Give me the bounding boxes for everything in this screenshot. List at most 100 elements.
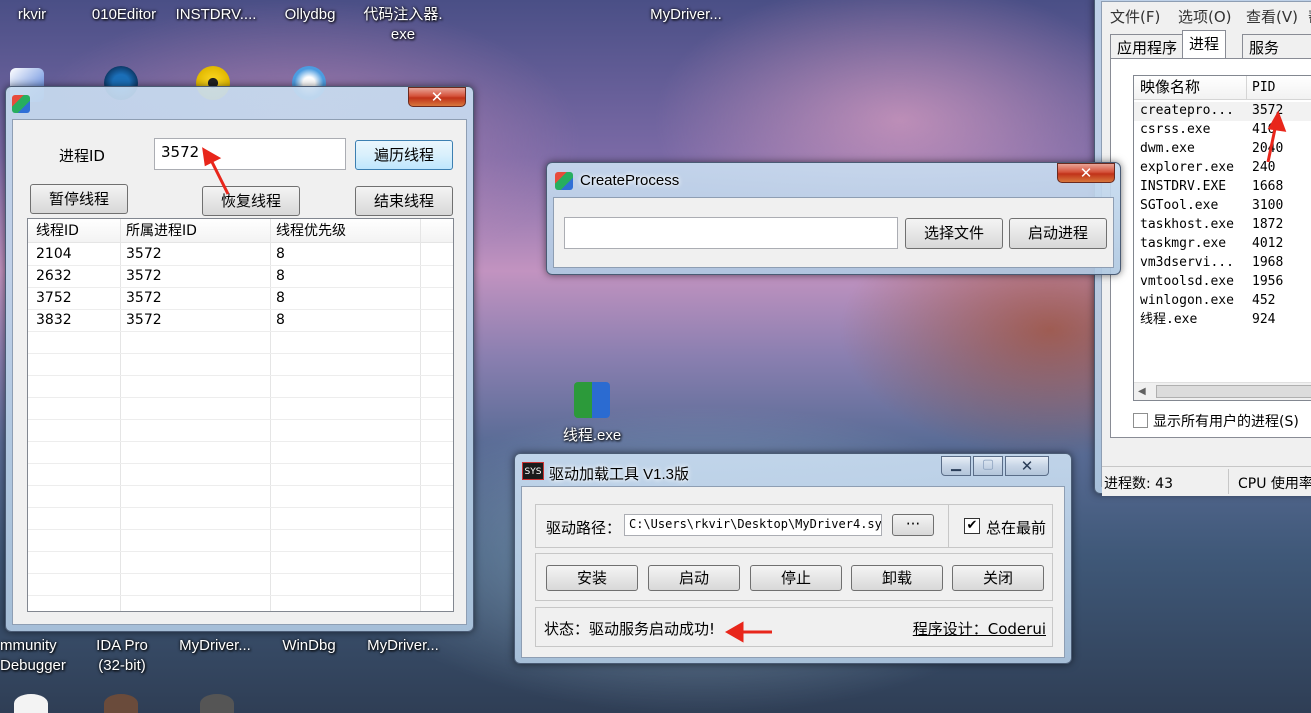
status-divider [1228, 469, 1229, 494]
close-app-button[interactable]: 关闭 [952, 565, 1044, 591]
desktop-icon-ollydbg[interactable]: Ollydbg [270, 5, 350, 25]
start-button[interactable]: 启动 [648, 565, 740, 591]
desktop-icon-ida-pro[interactable]: IDA Pro (32-bit) [82, 636, 162, 676]
table-row[interactable]: 2104 3572 8 [28, 243, 453, 265]
show-all-users-checkbox[interactable] [1133, 413, 1148, 428]
credit-link[interactable]: 程序设计：Coderui [913, 618, 1046, 639]
thread-list: 线程ID 所属进程ID 线程优先级 2104 3572 8 2632 3572 8 3752… [27, 218, 454, 612]
scroll-left-arrow-icon[interactable]: ◀ [1138, 386, 1146, 397]
terminate-thread-button[interactable]: 结束线程 [355, 186, 453, 216]
table-cell: 3572 [126, 268, 162, 284]
process-list-hscroll[interactable]: ◀ [1134, 382, 1311, 400]
grid-line [28, 441, 453, 442]
process-pid: 924 [1252, 312, 1276, 327]
thread-manager-window: ✕ 进程ID 3572 遍历线程 暂停线程 恢复线程 结束线程 线程ID 所属进… [5, 86, 474, 632]
suspend-thread-button[interactable]: 暂停线程 [30, 184, 128, 214]
status-text: 状态：驱动服务启动成功! [544, 620, 716, 638]
thread-list-header: 线程ID 所属进程ID 线程优先级 [28, 219, 453, 243]
minimize-button[interactable]: ▁ [941, 456, 971, 476]
desktop-icon-instdrv[interactable]: INSTDRV.... [170, 5, 262, 25]
start-process-button[interactable]: 启动进程 [1009, 218, 1107, 249]
window-title: CreateProcess [580, 172, 680, 189]
menu-view[interactable]: 查看(V) [1246, 6, 1298, 27]
status-bar: 进程数: 43 CPU 使用率 [1102, 466, 1311, 496]
grid-line [28, 485, 453, 486]
column-divider [1246, 76, 1247, 99]
driver-path-label: 驱动路径： [546, 519, 622, 537]
task-manager-body: 文件(F) 选项(O) 查看(V) 帮 应用程序 进程 服务 映像名称 PID … [1101, 1, 1311, 496]
process-count: 进程数: 43 [1104, 476, 1173, 492]
process-list-header: 映像名称 PID [1134, 76, 1311, 100]
desktop-icon-thread-exe[interactable]: 线程.exe [552, 426, 632, 446]
create-process-window: CreateProcess ✕ 选择文件 启动进程 [546, 162, 1121, 275]
tab-services[interactable]: 服务 [1242, 34, 1311, 58]
table-row[interactable]: 2632 3572 8 [28, 265, 453, 287]
select-file-button[interactable]: 选择文件 [905, 218, 1003, 249]
file-path-input[interactable] [564, 217, 898, 249]
column-thread-id[interactable]: 线程ID [36, 220, 79, 242]
action-group: 安装 启动 停止 卸载 关闭 [535, 553, 1053, 601]
mfc-app-icon[interactable] [574, 382, 610, 418]
grid-line [28, 397, 453, 398]
window-title: 驱动加载工具 V1.3版 [549, 466, 690, 483]
desktop-icon-010editor[interactable]: 010Editor [80, 5, 168, 25]
group-divider [948, 505, 949, 547]
cpu-usage: CPU 使用率 [1238, 476, 1311, 492]
menu-options[interactable]: 选项(O) [1178, 6, 1232, 27]
resume-thread-button[interactable]: 恢复线程 [202, 186, 300, 216]
desktop-icon-windbg[interactable]: WinDbg [268, 636, 350, 656]
flower-icon [14, 694, 48, 713]
column-pid[interactable]: PID [1252, 77, 1275, 99]
maximize-button[interactable]: ▢ [973, 456, 1003, 476]
sys-icon: SYS [522, 462, 544, 480]
table-cell: 8 [276, 246, 285, 262]
driver-tool-body: 驱动路径： C:\Users\rkvir\Desktop\MyDriver4.s… [521, 486, 1065, 658]
task-manager-window: 文件(F) 选项(O) 查看(V) 帮 应用程序 进程 服务 映像名称 PID … [1094, 0, 1311, 496]
pid-input[interactable]: 3572 [154, 138, 346, 170]
browse-button[interactable]: ··· [892, 514, 934, 536]
app-icon [555, 172, 573, 190]
cd-icon [200, 694, 234, 713]
grid-line [28, 375, 453, 376]
desktop-icon-mydriver-1[interactable]: MyDriver... [170, 636, 260, 656]
table-row[interactable]: 3832 3572 8 [28, 309, 453, 331]
desktop-icon-mydriver-2[interactable]: MyDriver... [358, 636, 448, 656]
column-owner-pid[interactable]: 所属进程ID [126, 220, 197, 242]
scroll-thumb[interactable] [1156, 385, 1311, 398]
tab-processes[interactable]: 进程 [1182, 30, 1227, 58]
desktop-icon-immunity-debugger[interactable]: mmunity Debugger [0, 636, 70, 676]
uninstall-button[interactable]: 卸载 [851, 565, 943, 591]
process-row[interactable]: 线程.exe 924 [1134, 311, 1311, 330]
desktop-icon-mydriver-top[interactable]: MyDriver... [640, 5, 732, 25]
desktop-icon-rkvir[interactable]: rkvir [2, 5, 62, 25]
show-all-users-label[interactable]: 显示所有用户的进程(S) [1153, 411, 1299, 431]
process-tab-panel: 映像名称 PID createpro... 3572 csrss.exe 416 dwm… [1110, 58, 1311, 438]
column-image-name[interactable]: 映像名称 [1140, 76, 1200, 98]
pid-label: 进程ID [59, 147, 105, 165]
enumerate-threads-button[interactable]: 遍历线程 [355, 140, 453, 170]
table-cell: 2632 [36, 268, 72, 284]
table-row[interactable]: 3752 3572 8 [28, 287, 453, 309]
grid-line [28, 331, 453, 332]
tab-applications[interactable]: 应用程序 [1110, 34, 1185, 58]
table-cell: 3572 [126, 312, 162, 328]
topmost-checkbox[interactable]: ✔ [964, 518, 980, 534]
grid-line [28, 573, 453, 574]
driver-path-input[interactable]: C:\Users\rkvir\Desktop\MyDriver4.sy [624, 514, 882, 536]
stop-button[interactable]: 停止 [750, 565, 842, 591]
table-cell: 3832 [36, 312, 72, 328]
process-name: 线程.exe [1140, 312, 1198, 327]
app-icon [12, 95, 30, 113]
grid-line [28, 507, 453, 508]
install-button[interactable]: 安装 [546, 565, 638, 591]
close-button[interactable]: ✕ [1057, 163, 1115, 183]
desktop-icon-code-injector[interactable]: 代码注入器. exe [360, 5, 446, 45]
column-priority[interactable]: 线程优先级 [276, 220, 346, 242]
topmost-label[interactable]: 总在最前 [986, 517, 1046, 538]
menu-file[interactable]: 文件(F) [1110, 6, 1160, 27]
process-list: 映像名称 PID createpro... 3572 csrss.exe 416 dwm… [1133, 75, 1311, 401]
grid-line [28, 419, 453, 420]
close-button[interactable]: ✕ [1005, 456, 1049, 476]
table-cell: 3752 [36, 290, 72, 306]
close-button[interactable]: ✕ [408, 87, 466, 107]
